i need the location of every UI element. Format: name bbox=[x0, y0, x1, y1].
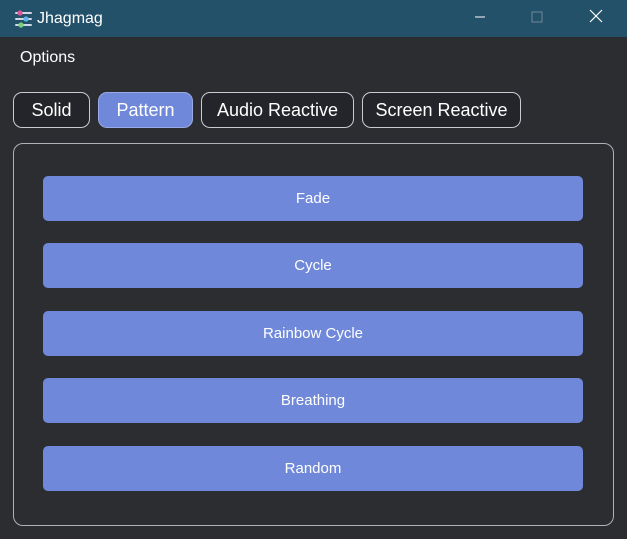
minimize-icon bbox=[474, 10, 486, 28]
close-icon bbox=[589, 9, 603, 28]
title-bar[interactable]: Jhagmag bbox=[0, 0, 627, 37]
window-title: Jhagmag bbox=[37, 10, 103, 27]
minimize-button[interactable] bbox=[451, 0, 509, 37]
fade-button[interactable]: Fade bbox=[43, 176, 583, 221]
app-window: Jhagmag Options Solid Pattern Audio Reac… bbox=[0, 0, 627, 539]
close-button[interactable] bbox=[567, 0, 625, 37]
rainbow-cycle-button[interactable]: Rainbow Cycle bbox=[43, 311, 583, 356]
random-button[interactable]: Random bbox=[43, 446, 583, 491]
maximize-button[interactable] bbox=[508, 0, 566, 37]
tab-pattern[interactable]: Pattern bbox=[98, 92, 193, 128]
menu-options[interactable]: Options bbox=[20, 48, 75, 68]
tab-solid[interactable]: Solid bbox=[13, 92, 90, 128]
breathing-button[interactable]: Breathing bbox=[43, 378, 583, 423]
sliders-icon bbox=[15, 9, 32, 29]
cycle-button[interactable]: Cycle bbox=[43, 243, 583, 288]
tab-screen-reactive[interactable]: Screen Reactive bbox=[362, 92, 521, 128]
menu-bar: Options bbox=[0, 37, 627, 77]
tab-audio-reactive[interactable]: Audio Reactive bbox=[201, 92, 354, 128]
maximize-icon bbox=[531, 10, 543, 28]
